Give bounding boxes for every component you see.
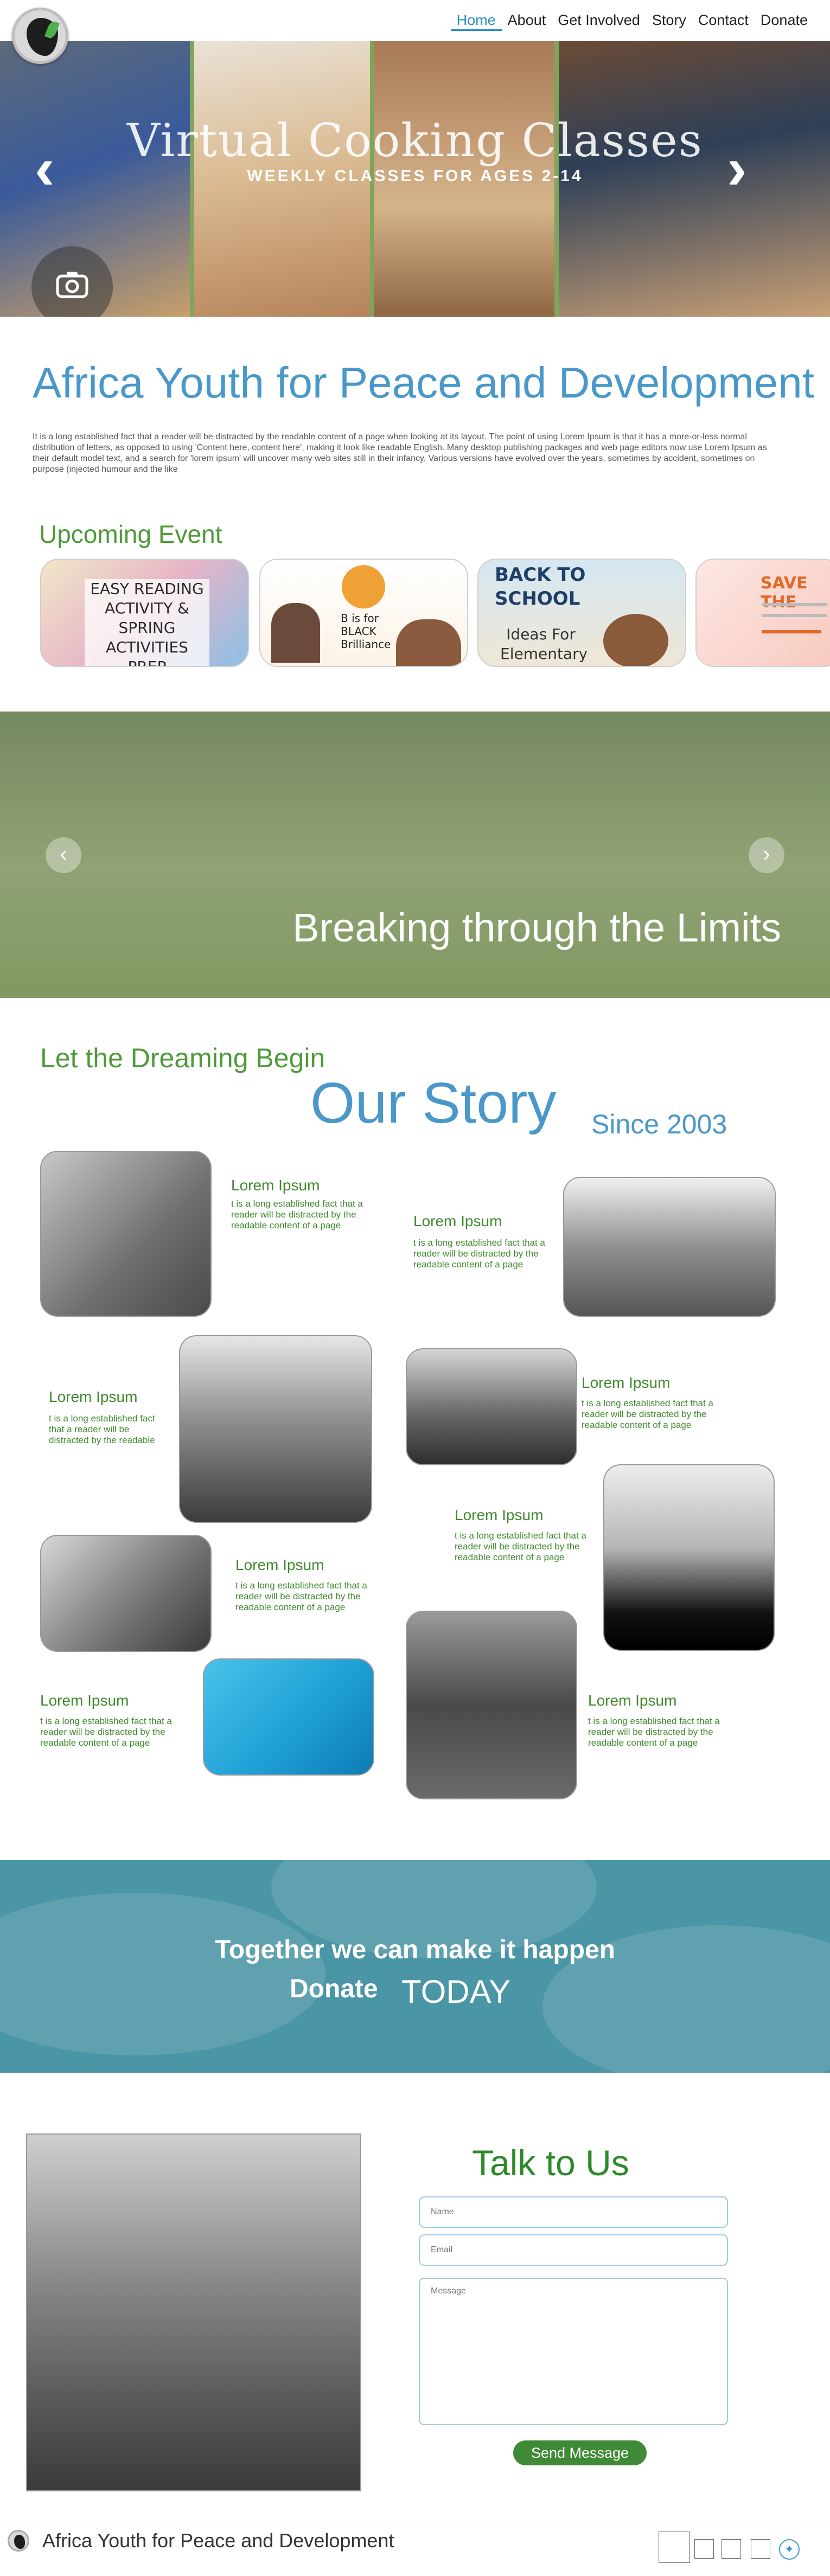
site-header: Home About Get Involved Story Contact Do… xyxy=(0,0,830,41)
hero-title: Virtual Cooking Classes xyxy=(127,114,703,167)
story-item-3-title: Lorem Ipsum xyxy=(49,1388,138,1405)
social-icon-3[interactable] xyxy=(722,2539,741,2559)
social-icon-2[interactable] xyxy=(694,2539,714,2559)
story-item-8-title: Lorem Ipsum xyxy=(588,1692,677,1709)
story-item-8-desc: t is a long established fact that a read… xyxy=(588,1716,720,1748)
donate-link[interactable]: Donate xyxy=(290,1974,378,2004)
story-item-6-desc: t is a long established fact that a read… xyxy=(235,1580,367,1612)
story-photo-2 xyxy=(563,1177,776,1317)
story-item-1-desc: t is a long established fact that a read… xyxy=(231,1199,363,1231)
event-card-1[interactable]: EASY READING ACTIVITY & SPRING ACTIVITIE… xyxy=(40,559,249,667)
story-item-4-title: Lorem Ipsum xyxy=(582,1374,671,1391)
twitter-icon[interactable]: ✦ xyxy=(779,2539,800,2560)
camera-icon xyxy=(56,272,88,298)
story-item-4-desc: t is a long established fact that a read… xyxy=(582,1398,713,1430)
contact-title: Talk to Us xyxy=(472,2143,629,2183)
story-item-5-desc: t is a long established fact that a read… xyxy=(455,1530,586,1562)
banner-overlay xyxy=(0,712,830,998)
contact-photo xyxy=(26,2133,361,2491)
donate-today: TODAY xyxy=(401,1973,511,2010)
nav-get-involved[interactable]: Get Involved xyxy=(552,11,646,31)
donate-section[interactable] xyxy=(0,1860,830,2073)
event-card-3-text: BACK TO SCHOOL xyxy=(495,564,586,610)
story-photo-5 xyxy=(603,1464,775,1651)
nav-story[interactable]: Story xyxy=(646,11,692,31)
event-card-2[interactable]: B is for BLACK Brilliance xyxy=(259,559,468,667)
story-photo-1 xyxy=(40,1151,212,1317)
story-photo-8 xyxy=(406,1611,577,1799)
story-photo-6 xyxy=(40,1535,212,1652)
nav-donate[interactable]: Donate xyxy=(755,11,814,31)
event-card-4[interactable]: SAVE THE xyxy=(695,559,830,667)
story-photo-7 xyxy=(203,1658,374,1776)
monkey-figure xyxy=(603,614,668,666)
sun-icon xyxy=(342,565,385,608)
story-item-2-title: Lorem Ipsum xyxy=(413,1213,502,1229)
org-title: Africa Youth for Peace and Development xyxy=(33,358,814,407)
story-kicker: Let the Dreaming Begin xyxy=(40,1043,325,1073)
email-field[interactable] xyxy=(419,2234,728,2266)
story-title: Our Story xyxy=(310,1071,557,1135)
team-banner xyxy=(0,712,830,998)
event-card-2-text: B is for BLACK Brilliance xyxy=(341,612,391,651)
main-nav: Home About Get Involved Story Contact Do… xyxy=(450,11,814,31)
footer-title: Africa Youth for Peace and Development xyxy=(42,2529,394,2552)
nav-about[interactable]: About xyxy=(502,11,552,31)
story-item-6-title: Lorem Ipsum xyxy=(235,1556,324,1573)
footer-logo[interactable] xyxy=(8,2530,29,2552)
story-photo-3 xyxy=(179,1335,372,1523)
hero-subtitle: WEEKLY CLASSES FOR AGES 2-14 xyxy=(247,167,583,185)
donate-tagline: Together we can make it happen xyxy=(215,1936,615,1964)
africa-map-icon xyxy=(14,2535,25,2549)
send-message-button[interactable]: Send Message xyxy=(513,2440,647,2465)
name-field[interactable] xyxy=(419,2196,728,2228)
banner-next-arrow[interactable]: › xyxy=(749,837,784,873)
social-icon-4[interactable] xyxy=(751,2539,770,2559)
banner-prev-arrow[interactable]: ‹ xyxy=(46,837,81,873)
story-since: Since 2003 xyxy=(591,1109,727,1139)
banner-title: Breaking through the Limits xyxy=(292,905,781,950)
event-card-4-line xyxy=(762,630,821,633)
children-figure xyxy=(396,619,461,666)
event-card-4-line xyxy=(762,614,827,617)
site-logo[interactable] xyxy=(12,8,68,64)
events-heading: Upcoming Event xyxy=(39,520,222,548)
story-item-5-title: Lorem Ipsum xyxy=(455,1507,544,1523)
nav-contact[interactable]: Contact xyxy=(692,11,755,31)
story-item-3-desc: t is a long established fact that a read… xyxy=(49,1413,155,1445)
event-card-3-subtext: Ideas For Elementary xyxy=(500,625,588,663)
story-item-2-desc: t is a long established fact that a read… xyxy=(413,1238,545,1270)
hands-shape xyxy=(0,1893,325,2055)
child-figure xyxy=(271,603,320,663)
story-item-1-title: Lorem Ipsum xyxy=(231,1177,320,1194)
event-card-4-line xyxy=(762,603,827,606)
child-photo xyxy=(27,2135,360,2490)
event-card-1-text: EASY READING ACTIVITY & SPRING ACTIVITIE… xyxy=(85,579,209,666)
story-item-7-desc: t is a long established fact that a read… xyxy=(40,1716,172,1748)
social-icon-1[interactable] xyxy=(659,2532,690,2563)
nav-home[interactable]: Home xyxy=(450,11,502,31)
message-field[interactable] xyxy=(419,2278,728,2425)
story-item-7-title: Lorem Ipsum xyxy=(40,1692,129,1709)
event-card-3[interactable]: BACK TO SCHOOL Ideas For Elementary xyxy=(477,559,686,667)
story-photo-4 xyxy=(406,1348,577,1465)
org-description: It is a long established fact that a rea… xyxy=(33,432,767,474)
